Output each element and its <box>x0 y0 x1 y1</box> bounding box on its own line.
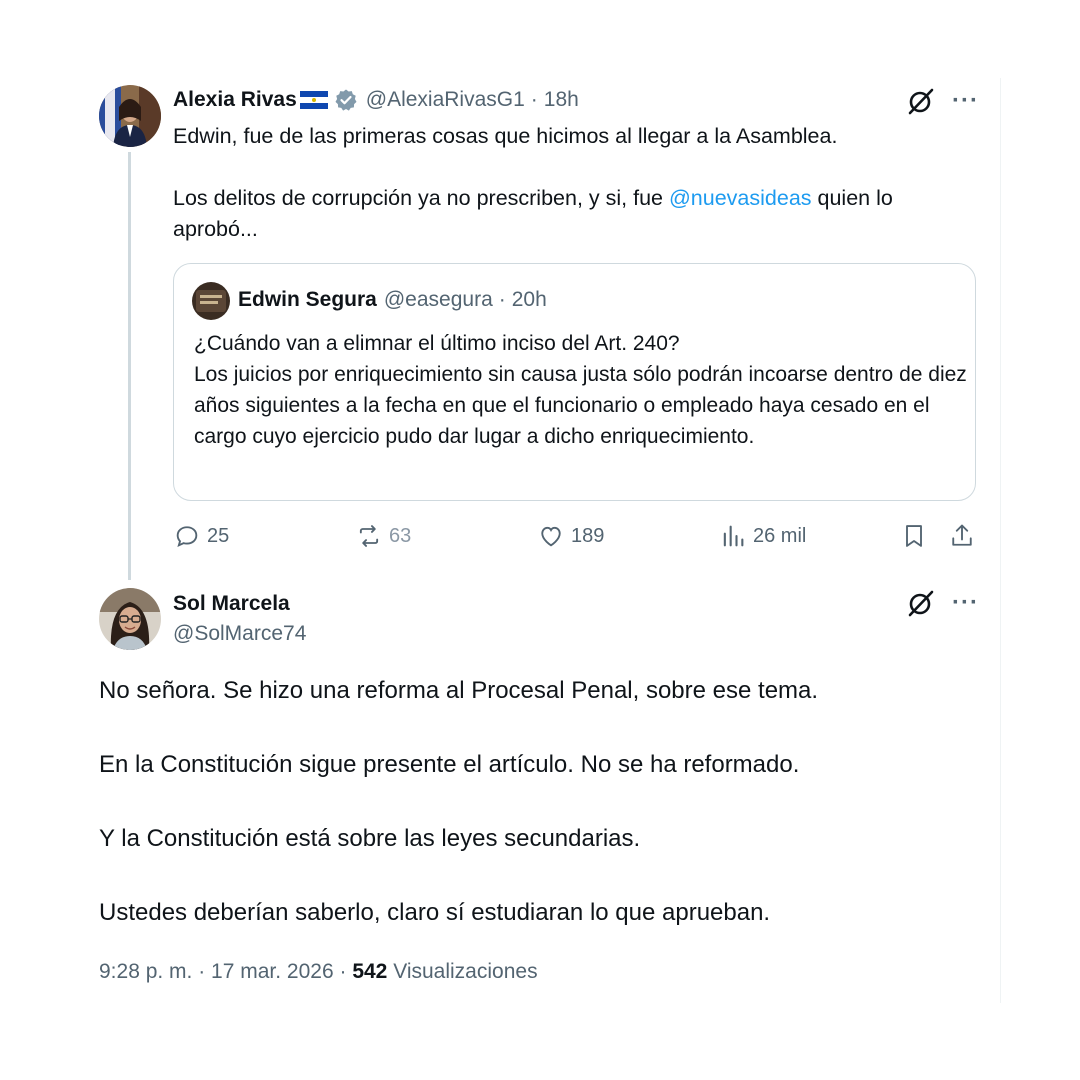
verified-badge-icon[interactable] <box>334 88 358 112</box>
bookmark-button[interactable] <box>900 522 934 550</box>
repost-icon <box>359 525 379 547</box>
views-count: 26 mil <box>753 524 807 547</box>
more-icon[interactable]: ··· <box>952 591 979 615</box>
quoted-time: 20h <box>511 288 547 311</box>
el-salvador-flag-icon <box>299 91 328 109</box>
header-separator: · <box>530 88 538 111</box>
like-button[interactable]: 189 <box>537 522 604 550</box>
quoted-text-line2: Los juicios por enriquecimiento sin caus… <box>194 363 967 448</box>
avatar-edwin-segura <box>192 282 230 320</box>
reply-views-count: 542 <box>352 960 388 983</box>
reply-count: 25 <box>207 524 230 547</box>
quoted-tweet-card[interactable]: Edwin Segura @easegura · 20h ¿Cuándo van… <box>173 263 976 501</box>
author-name[interactable]: Alexia Rivas <box>173 88 297 112</box>
avatar-sol-marcela[interactable] <box>99 588 161 650</box>
author-handle[interactable]: @AlexiaRivasG1 <box>366 88 525 112</box>
tweet-menu-group: ··· <box>906 86 979 116</box>
quoted-text-line1: ¿Cuándo van a elimnar el último inciso d… <box>194 332 680 355</box>
mention-link[interactable]: @nuevasideas <box>669 186 812 210</box>
like-count: 189 <box>571 524 605 547</box>
quoted-author-handle: @easegura <box>383 288 493 311</box>
tweet-text-part: Los delitos de corrupción ya no prescrib… <box>173 186 669 210</box>
quoted-author-name: Edwin Segura <box>238 288 377 311</box>
meta-separator: · <box>333 960 353 983</box>
bookmark-icon <box>906 525 922 547</box>
repost-button[interactable]: 63 <box>355 522 411 550</box>
repost-count: 63 <box>389 524 412 547</box>
reply-author-handle[interactable]: @SolMarce74 <box>173 618 306 650</box>
reply-metadata: 9:28 p. m. · 17 mar. 2026 · 542 Visualiz… <box>99 960 538 984</box>
reply-body: No señora. Se hizo una reforma al Proces… <box>99 672 979 931</box>
avatar-alexia-rivas[interactable] <box>99 85 161 147</box>
timeline-divider <box>1000 78 1001 1003</box>
more-icon[interactable]: ··· <box>952 89 979 113</box>
reply-timestamp[interactable]: 9:28 p. m. · 17 mar. 2026 <box>99 960 334 983</box>
tweet-text-line2: Los delitos de corrupción ya no prescrib… <box>173 183 983 245</box>
reply-paragraph: Ustedes deberían saberlo, claro sí estud… <box>99 899 771 926</box>
share-icon <box>952 524 972 546</box>
reply-author-name[interactable]: Sol Marcela <box>173 590 290 618</box>
quoted-tweet-header: Edwin Segura @easegura · 20h <box>238 288 547 312</box>
reply-views-label: Visualizaciones <box>393 960 538 983</box>
grok-icon[interactable] <box>906 588 936 618</box>
tweet-time[interactable]: 18h <box>544 88 579 112</box>
tweet-header: Alexia Rivas @AlexiaRivasG1 · 18h <box>173 88 579 112</box>
share-button[interactable] <box>948 522 982 550</box>
reply-header: Sol Marcela @SolMarce74 <box>173 590 306 650</box>
grok-icon[interactable] <box>906 86 936 116</box>
reply-paragraph: En la Constitución sigue presente el art… <box>99 751 800 778</box>
reply-button[interactable]: 25 <box>173 522 229 550</box>
heart-icon <box>541 526 561 547</box>
reply-icon <box>176 526 198 548</box>
views-button[interactable]: 26 mil <box>719 522 806 550</box>
tweet-text-line1: Edwin, fue de las primeras cosas que hic… <box>173 124 838 148</box>
quoted-separator: · <box>498 288 506 311</box>
reply-menu-group: ··· <box>906 588 979 618</box>
reply-paragraph: No señora. Se hizo una reforma al Proces… <box>99 677 819 704</box>
thread-connector-line <box>128 152 131 580</box>
quoted-tweet-text: ¿Cuándo van a elimnar el último inciso d… <box>194 328 969 452</box>
reply-paragraph: Y la Constitución está sobre las leyes s… <box>99 825 641 852</box>
views-icon <box>723 525 744 547</box>
tweet-body: Edwin, fue de las primeras cosas que hic… <box>173 121 983 245</box>
